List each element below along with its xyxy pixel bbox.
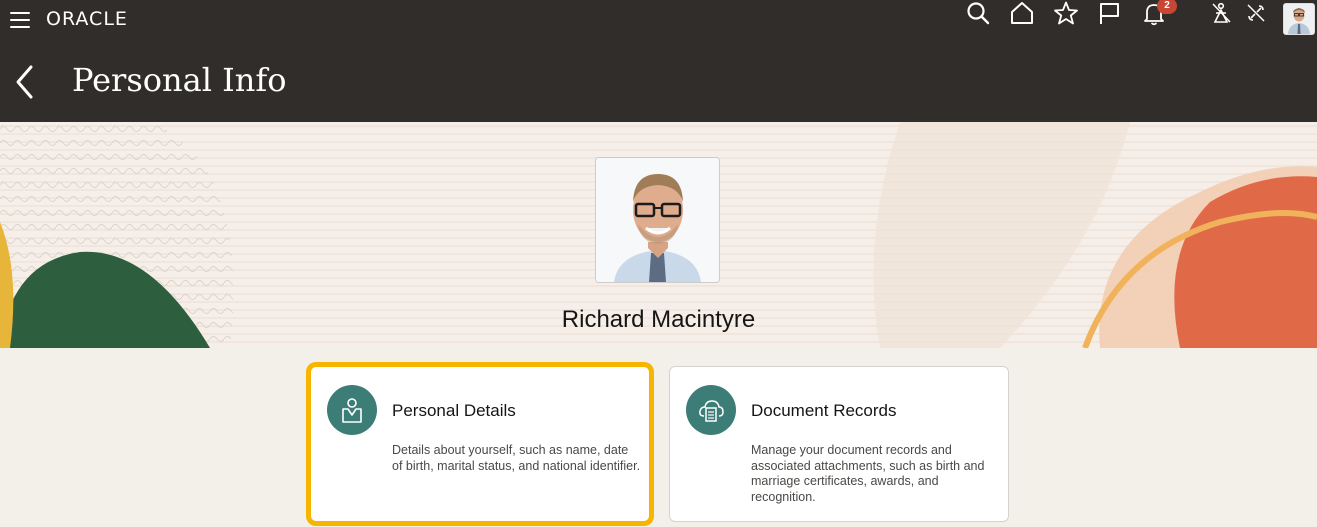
card-description: Manage your document records and associa… — [751, 443, 985, 504]
card-description: Details about yourself, such as name, da… — [392, 443, 641, 473]
profile-photo — [595, 157, 720, 283]
user-avatar[interactable] — [1283, 3, 1315, 35]
star-icon[interactable] — [1053, 0, 1079, 26]
oracle-logo[interactable]: ORACLE — [46, 8, 128, 30]
home-icon[interactable] — [1009, 0, 1035, 26]
card-title: Document Records — [751, 401, 897, 420]
search-icon[interactable] — [965, 0, 991, 26]
bell-icon[interactable]: 2 — [1141, 0, 1177, 26]
cards-section — [0, 348, 1317, 527]
notification-count-badge: 2 — [1157, 0, 1177, 14]
disconnect-icon[interactable] — [1243, 0, 1269, 26]
app-header: ORACLE 2 Personal Info — [0, 0, 1317, 122]
personal-details-card[interactable]: Personal Details Details about yourself,… — [310, 366, 650, 522]
profile-name: Richard Macintyre — [561, 306, 756, 333]
page-title: Personal Info — [72, 61, 287, 99]
accessibility-icon[interactable] — [1208, 0, 1234, 26]
flag-icon[interactable] — [1097, 0, 1123, 26]
document-cloud-icon — [686, 385, 736, 435]
card-title: Personal Details — [392, 401, 516, 420]
personal-details-icon — [327, 385, 377, 435]
document-records-card[interactable]: Document Records Manage your document re… — [669, 366, 1009, 522]
back-button[interactable] — [12, 64, 36, 100]
menu-icon[interactable] — [10, 12, 30, 30]
